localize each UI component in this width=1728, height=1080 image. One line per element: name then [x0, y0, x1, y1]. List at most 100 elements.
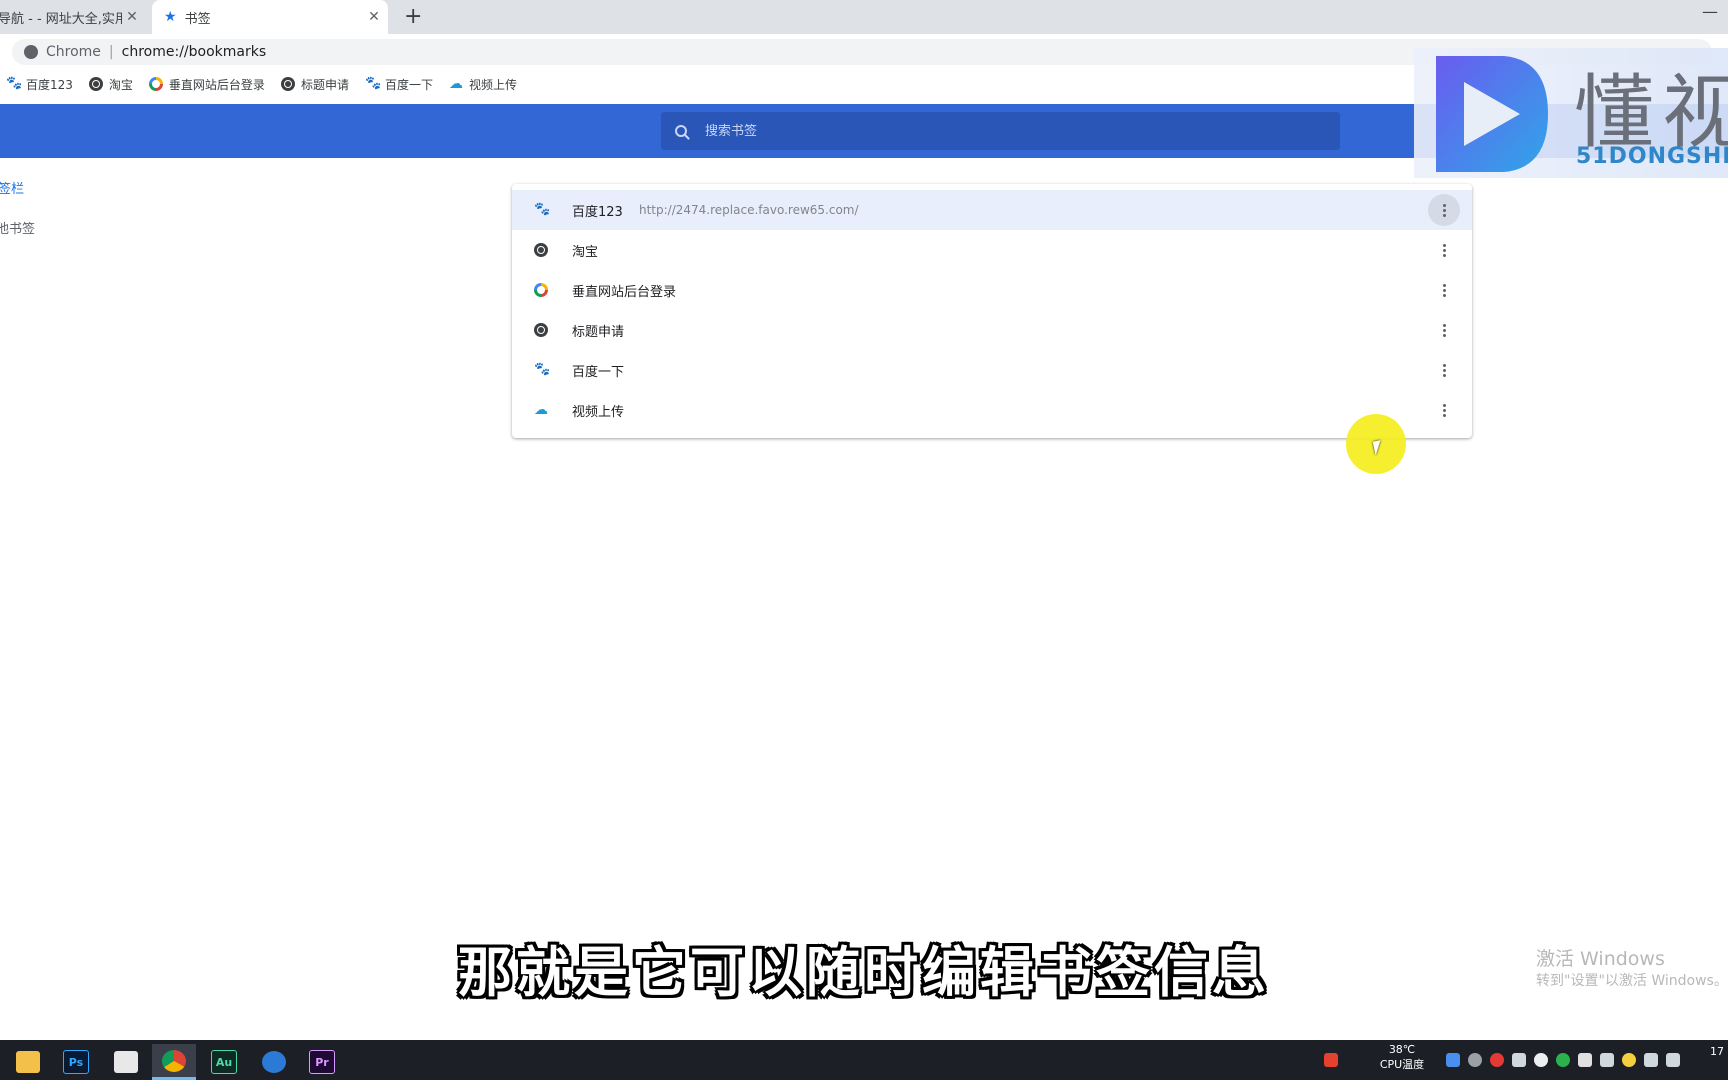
tab-strip: 导航 - - 网址大全,实用 ✕ ★ 书签 ✕ + — [0, 0, 1728, 34]
more-actions-icon[interactable] [1428, 394, 1460, 426]
list-item[interactable]: 垂直网站后台登录 [512, 270, 1472, 310]
globe-icon [534, 323, 548, 337]
tab-close-icon[interactable]: ✕ [122, 9, 142, 25]
bookmark-bar-item[interactable]: 🐾 百度一下 [365, 76, 433, 93]
cpu-temperature: 38℃ CPU温度 [1372, 1042, 1432, 1072]
bookmark-label: 视频上传 [468, 77, 517, 92]
system-tray [1320, 1040, 1342, 1080]
search-input[interactable] [703, 122, 1307, 140]
bookmark-title: 百度一下 [572, 364, 625, 380]
premiere-icon: Pr [309, 1050, 335, 1074]
photoshop-icon: Ps [63, 1050, 89, 1074]
taskbar-window[interactable] [104, 1044, 148, 1080]
baidu-paw-icon: 🐾 [6, 76, 23, 91]
colored-ring-icon [534, 283, 548, 297]
tray-thermometer-icon[interactable] [1512, 1053, 1526, 1067]
more-actions-icon[interactable] [1428, 234, 1460, 266]
search-icon [675, 125, 687, 137]
window-minimize-button[interactable]: — [1702, 2, 1718, 21]
tray-pen-icon[interactable] [1644, 1053, 1658, 1067]
search-box[interactable] [661, 112, 1340, 150]
more-actions-icon[interactable] [1428, 314, 1460, 346]
bookmark-title: 视频上传 [572, 404, 625, 420]
chrome-site-icon[interactable] [24, 45, 38, 59]
bookmark-bar-item[interactable]: 🐾 百度123 [6, 76, 73, 93]
bookmark-label: 标题申请 [300, 77, 349, 92]
globe-icon [280, 77, 295, 91]
globe-icon [534, 243, 548, 257]
baidu-paw-icon: 🐾 [534, 202, 551, 217]
vscode-icon [262, 1051, 286, 1073]
bookmark-bar-item[interactable]: ☁ 视频上传 [449, 76, 517, 93]
bookmark-title: 淘宝 [572, 244, 599, 260]
chrome-icon [162, 1049, 186, 1072]
tab-bookmarks[interactable]: ★ 书签 ✕ [152, 0, 388, 34]
list-item[interactable]: 🐾 百度一下 [512, 350, 1472, 390]
bookmark-label: 百度123 [26, 77, 73, 92]
activate-windows-hint: 转到"设置"以激活 Windows。 [1536, 973, 1728, 989]
bookmark-label: 百度一下 [384, 77, 433, 92]
bookmark-label: 淘宝 [108, 77, 133, 92]
bookmark-title: 垂直网站后台登录 [572, 284, 677, 300]
colored-ring-icon [148, 77, 163, 91]
tray-user-icon[interactable] [1468, 1053, 1482, 1067]
bookmark-bar-item[interactable]: 垂直网站后台登录 [148, 76, 265, 93]
tray-record-icon[interactable] [1490, 1053, 1504, 1067]
site-label: Chrome [46, 44, 101, 60]
taskbar-file-explorer[interactable] [6, 1044, 50, 1080]
cpu-temp-value: 38℃ [1388, 1043, 1416, 1056]
more-actions-icon[interactable] [1428, 274, 1460, 306]
new-tab-button[interactable]: + [404, 4, 422, 29]
tab-close-icon[interactable]: ✕ [364, 9, 384, 25]
taskbar-vscode[interactable] [252, 1044, 296, 1080]
list-item[interactable]: 🐾 百度123 http://2474.replace.favo.rew65.c… [512, 190, 1472, 230]
taskbar-audition[interactable]: Au [202, 1044, 246, 1080]
separator: | [108, 44, 114, 60]
clock[interactable]: 17 [1710, 1044, 1724, 1059]
cloud-icon: ☁ [448, 76, 463, 92]
list-item[interactable]: ☁ 视频上传 [512, 390, 1472, 430]
folder-icon [16, 1051, 40, 1073]
taskbar-chrome[interactable] [152, 1044, 196, 1080]
bookmark-label: 垂直网站后台登录 [168, 77, 265, 92]
tab-navigation[interactable]: 导航 - - 网址大全,实用 ✕ [0, 0, 146, 34]
bookmark-title: 百度123 [572, 204, 623, 220]
watermark-site: 51DONGSHI.COM [1576, 144, 1728, 169]
tray-qq-icon[interactable] [1534, 1053, 1548, 1067]
url-text[interactable]: chrome://bookmarks [122, 44, 266, 60]
tab-title: 导航 - - 网址大全,实用 [0, 11, 122, 27]
star-icon: ★ [164, 9, 177, 25]
more-actions-icon[interactable] [1428, 354, 1460, 386]
more-actions-icon[interactable] [1428, 194, 1460, 226]
bookmark-list: 🐾 百度123 http://2474.replace.favo.rew65.c… [512, 184, 1472, 438]
tray-icons [1442, 1040, 1684, 1080]
cpu-temp-label: CPU温度 [1379, 1058, 1425, 1071]
list-item[interactable]: 淘宝 [512, 230, 1472, 270]
sidebar-item-other-bookmarks[interactable]: 他书签 [0, 218, 35, 237]
network-icon[interactable] [1666, 1053, 1680, 1067]
bookmark-bar-item[interactable]: 标题申请 [280, 76, 349, 93]
cloud-icon: ☁ [534, 402, 548, 418]
list-item[interactable]: 标题申请 [512, 310, 1472, 350]
baidu-paw-icon: 🐾 [534, 362, 551, 377]
tray-shield-icon[interactable] [1578, 1053, 1592, 1067]
bookmark-url: http://2474.replace.favo.rew65.com/ [639, 203, 859, 217]
play-logo-icon [1436, 56, 1548, 172]
sogou-ime-icon[interactable] [1324, 1053, 1338, 1067]
taskbar: Ps Au Pr 38℃ CPU温度 17 [0, 1040, 1728, 1080]
tray-app-icon[interactable] [1622, 1053, 1636, 1067]
bookmark-bar-item[interactable]: 淘宝 [88, 76, 133, 93]
watermark-logo: 懂视 51DONGSHI.COM [1414, 48, 1728, 178]
video-subtitle: 那就是它可以随时编辑书签信息 [458, 941, 1270, 1004]
tray-app-icon[interactable] [1446, 1053, 1460, 1067]
audition-icon: Au [211, 1050, 237, 1074]
taskbar-premiere[interactable]: Pr [300, 1044, 344, 1080]
globe-icon [88, 77, 103, 91]
tray-wechat-icon[interactable] [1556, 1053, 1570, 1067]
window-icon [114, 1051, 138, 1073]
activate-windows-title: 激活 Windows [1536, 948, 1665, 970]
sidebar-item-bookmarks-bar[interactable]: 签栏 [0, 178, 24, 197]
volume-icon[interactable] [1600, 1053, 1614, 1067]
taskbar-photoshop[interactable]: Ps [54, 1044, 98, 1080]
tab-title: 书签 [184, 11, 211, 27]
